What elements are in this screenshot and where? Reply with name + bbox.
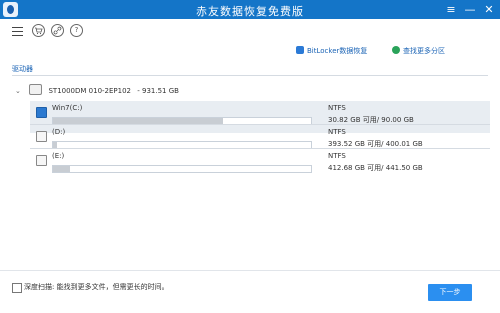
next-button[interactable]: 下一步	[428, 284, 472, 301]
drives-section-label: 驱动器	[12, 65, 33, 73]
usage-bar	[52, 165, 312, 173]
windows-drive-icon	[36, 107, 47, 118]
deep-scan-text: 深度扫描: 能找到更多文件，但需更长的时间。	[24, 282, 169, 292]
deep-scan-description: : 能找到更多文件，但需更长的时间。	[52, 283, 169, 291]
bitlocker-icon	[296, 46, 304, 54]
find-more-partitions-link[interactable]: 查找更多分区	[392, 46, 445, 60]
title-bar: 赤友数据恢复免费版 ≡ — ✕	[0, 0, 500, 19]
filesystem: NTFS	[328, 104, 346, 112]
menu-icon[interactable]	[12, 27, 23, 36]
toolbar: ?	[0, 19, 500, 43]
drive-icon	[36, 131, 47, 142]
link-icon[interactable]	[51, 24, 64, 37]
filesystem: NTFS	[328, 128, 346, 136]
footer-divider	[0, 270, 500, 271]
window-title: 赤友数据恢复免费版	[196, 5, 304, 18]
close-button[interactable]: ✕	[480, 1, 498, 18]
deep-scan-checkbox[interactable]	[12, 283, 22, 293]
drive-icon	[36, 155, 47, 166]
disk-name: ST1000DM 010-2EP102	[48, 87, 132, 95]
filesystem: NTFS	[328, 152, 346, 160]
disk-size: - 931.51 GB	[137, 87, 179, 95]
usage-fill	[53, 166, 70, 172]
chevron-down-icon[interactable]: ⌄	[15, 87, 23, 95]
cart-icon[interactable]	[32, 24, 45, 37]
partition-row-e[interactable]: (E:) NTFS 412.68 GB 可用/ 441.50 GB	[30, 149, 490, 181]
hard-disk-icon	[29, 84, 43, 95]
window-menu-button[interactable]: ≡	[442, 1, 460, 18]
capacity: 412.68 GB 可用/ 441.50 GB	[328, 164, 423, 172]
disk-row[interactable]: ⌄ ST1000DM 010-2EP102 - 931.51 GB	[15, 84, 179, 95]
help-icon[interactable]: ?	[70, 24, 83, 37]
partition-name: (D:)	[52, 128, 66, 136]
find-partition-icon	[392, 46, 400, 54]
section-divider	[12, 75, 488, 76]
minimize-button[interactable]: —	[461, 1, 479, 18]
deep-scan-label: 深度扫描	[24, 283, 52, 291]
partition-name: Win7(C:)	[52, 104, 83, 112]
partition-name: (E:)	[52, 152, 65, 160]
bitlocker-recovery-link[interactable]: BitLocker数据恢复	[296, 46, 367, 60]
